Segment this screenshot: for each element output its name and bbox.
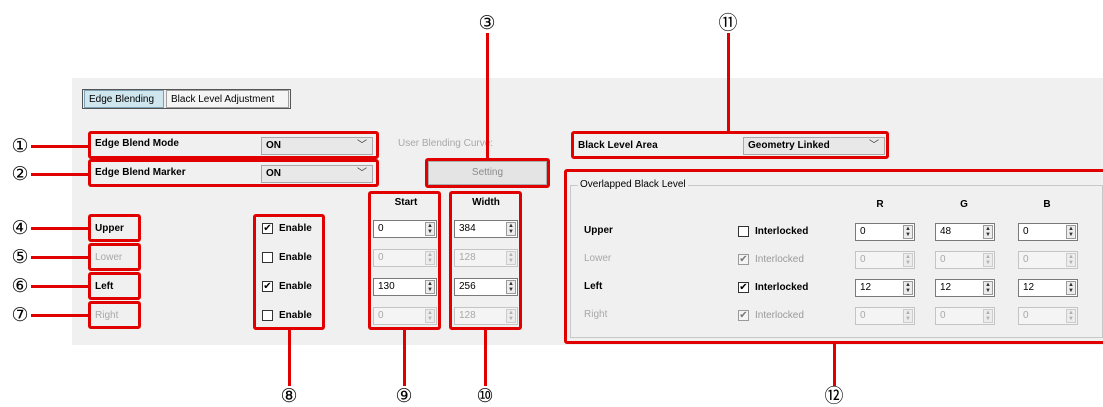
tab-edge-blending[interactable]: Edge Blending <box>84 90 164 108</box>
callout-box-4 <box>88 214 141 242</box>
callout-box-2 <box>88 159 379 187</box>
callout-line-8 <box>288 330 291 386</box>
callout-number-3: ③ <box>478 12 496 34</box>
callout-line-1 <box>31 145 88 148</box>
callout-box-6 <box>88 272 141 300</box>
callout-number-1: ① <box>11 135 29 157</box>
callout-line-11 <box>727 33 730 131</box>
callout-box-12 <box>564 169 1103 344</box>
callout-number-5: ⑤ <box>11 246 29 268</box>
callout-number-8: ⑧ <box>280 385 298 407</box>
callout-line-6 <box>31 285 88 288</box>
callout-number-6: ⑥ <box>11 275 29 297</box>
callout-number-11: ⑪ <box>718 12 738 34</box>
callout-number-4: ④ <box>11 217 29 239</box>
callout-box-8 <box>253 214 325 330</box>
callout-number-10: ⑩ <box>476 385 494 407</box>
callout-number-2: ② <box>11 163 29 185</box>
callout-number-9: ⑨ <box>395 385 413 407</box>
callout-line-12 <box>833 344 836 386</box>
callout-number-12: ⑫ <box>824 385 844 407</box>
tab-black-level-adjustment[interactable]: Black Level Adjustment <box>166 90 289 108</box>
callout-box-10 <box>449 191 522 330</box>
callout-box-11 <box>571 131 889 159</box>
callout-line-7 <box>31 314 88 317</box>
callout-box-3 <box>425 158 550 188</box>
callout-box-7 <box>88 301 141 329</box>
callout-line-3 <box>486 33 489 158</box>
callout-line-10 <box>484 330 487 386</box>
callout-line-4 <box>31 227 88 230</box>
callout-box-5 <box>88 243 141 271</box>
callout-number-7: ⑦ <box>11 304 29 326</box>
callout-line-9 <box>403 330 406 386</box>
callout-box-1 <box>88 131 379 159</box>
callout-line-2 <box>31 173 88 176</box>
user-blending-curve-label: User Blending Curve: <box>398 138 494 149</box>
callout-line-5 <box>31 256 88 259</box>
callout-box-9 <box>368 191 441 330</box>
